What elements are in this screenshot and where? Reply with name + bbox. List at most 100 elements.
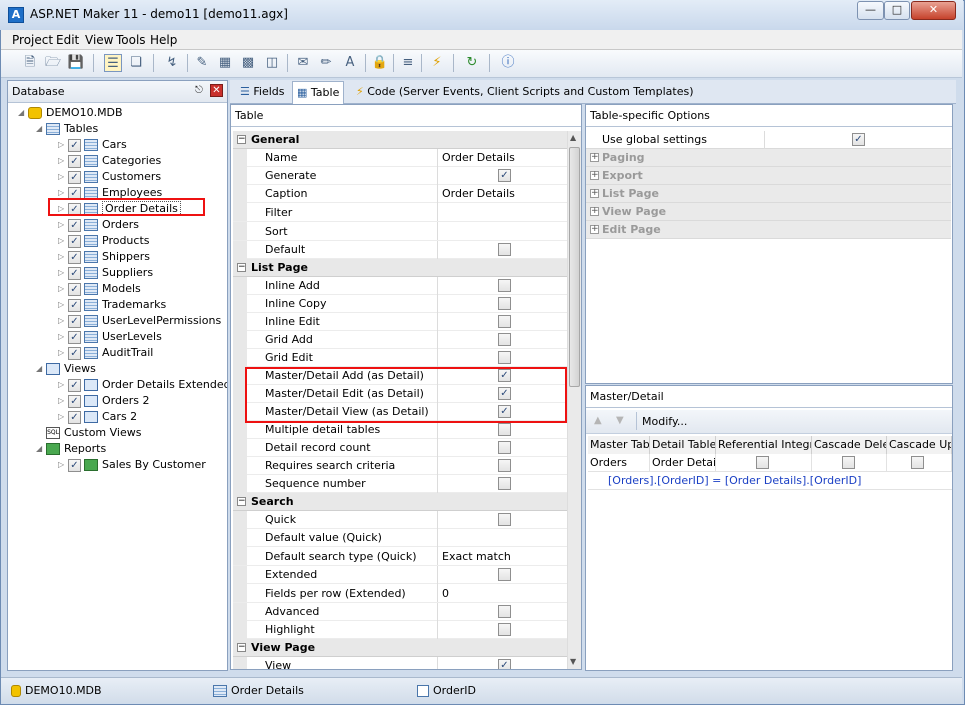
- checkbox[interactable]: ✓: [68, 346, 81, 360]
- property-row[interactable]: Name Order Details: [233, 149, 567, 167]
- collapse-icon[interactable]: ◢: [18, 105, 28, 121]
- collapse-icon[interactable]: −: [237, 643, 246, 652]
- tree-table-item[interactable]: ▷ ✓ Shippers: [58, 249, 150, 265]
- tree-view-item[interactable]: ▷ ✓ Order Details Extended: [58, 377, 227, 393]
- property-row[interactable]: Multiple detail tables: [233, 421, 567, 439]
- collapse-icon[interactable]: ◢: [36, 121, 46, 137]
- checkbox[interactable]: [498, 243, 511, 256]
- expand-icon[interactable]: ▷: [58, 217, 68, 233]
- template-icon[interactable]: ✉: [294, 54, 312, 72]
- open-folder-icon[interactable]: 🗁: [44, 54, 62, 72]
- menu-tools[interactable]: Tools: [116, 33, 146, 47]
- property-row[interactable]: Inline Add: [233, 277, 567, 295]
- expand-icon[interactable]: ▷: [58, 137, 68, 153]
- checkbox[interactable]: ✓: [68, 170, 81, 184]
- save-icon[interactable]: 💾: [67, 54, 85, 72]
- menu-edit[interactable]: Edit: [56, 33, 79, 47]
- checkbox[interactable]: [498, 513, 511, 526]
- checkbox[interactable]: ✓: [68, 218, 81, 232]
- tree-views-node[interactable]: ◢ Views: [36, 361, 96, 377]
- property-row[interactable]: Default: [233, 241, 567, 259]
- expand-icon[interactable]: ▷: [58, 409, 68, 425]
- tree-report-item[interactable]: ▷ ✓ Sales By Customer: [58, 457, 206, 473]
- property-row[interactable]: Inline Copy: [233, 295, 567, 313]
- column-header[interactable]: Cascade Delete: [812, 436, 887, 454]
- tab-table[interactable]: ▦ Table: [292, 81, 345, 104]
- collapse-icon[interactable]: −: [237, 497, 246, 506]
- checkbox[interactable]: [498, 605, 511, 618]
- cascade-delete-checkbox[interactable]: [842, 456, 855, 469]
- expand-icon[interactable]: +: [590, 189, 599, 198]
- checkbox[interactable]: ✓: [68, 250, 81, 264]
- checkbox[interactable]: ✓: [68, 266, 81, 280]
- windows-icon[interactable]: ❏: [127, 54, 145, 72]
- menu-help[interactable]: Help: [150, 33, 177, 47]
- section-search[interactable]: − Search: [233, 493, 567, 511]
- expand-icon[interactable]: ▷: [58, 265, 68, 281]
- expand-icon[interactable]: ▷: [58, 281, 68, 297]
- expand-icon[interactable]: ▷: [58, 457, 68, 473]
- php-settings-icon[interactable]: ▦: [216, 54, 234, 72]
- tree-table-item[interactable]: ▷ ✓ Customers: [58, 169, 161, 185]
- tree-table-item[interactable]: ▷ ✓ Categories: [58, 153, 161, 169]
- checkbox[interactable]: ✓: [68, 138, 81, 152]
- checkbox[interactable]: ✓: [68, 330, 81, 344]
- property-row[interactable]: Inline Edit: [233, 313, 567, 331]
- html-settings-icon[interactable]: ✎: [193, 54, 211, 72]
- expand-icon[interactable]: ▷: [58, 249, 68, 265]
- tree-reports-node[interactable]: ◢ Reports: [36, 441, 106, 457]
- property-row[interactable]: Default value (Quick): [233, 529, 567, 547]
- checkbox[interactable]: [498, 279, 511, 292]
- property-row[interactable]: Generate ✓: [233, 167, 567, 185]
- move-up-icon[interactable]: ▲: [594, 415, 602, 426]
- referential-integrity-checkbox[interactable]: [756, 456, 769, 469]
- collapse-icon[interactable]: −: [237, 135, 246, 144]
- options-group-edit-page[interactable]: + Edit Page: [586, 221, 951, 239]
- expand-icon[interactable]: ▷: [58, 233, 68, 249]
- checkbox[interactable]: ✓: [68, 298, 81, 312]
- security-lock-icon[interactable]: 🔒: [371, 54, 389, 72]
- options-group-paging[interactable]: + Paging: [586, 149, 951, 167]
- modify-button[interactable]: Modify...: [642, 415, 687, 428]
- table-row[interactable]: Orders Order Details: [588, 454, 952, 472]
- checkbox[interactable]: ✓: [68, 154, 81, 168]
- property-row[interactable]: Caption Order Details: [233, 185, 567, 203]
- expand-icon[interactable]: ▷: [58, 377, 68, 393]
- tree-root-node[interactable]: ◢ DEMO10.MDB: [18, 105, 123, 121]
- refresh-icon[interactable]: ↻: [463, 54, 481, 72]
- expand-icon[interactable]: +: [590, 153, 599, 162]
- property-row[interactable]: Grid Edit: [233, 349, 567, 367]
- checkbox-checked[interactable]: ✓: [498, 169, 511, 182]
- checkbox[interactable]: [498, 315, 511, 328]
- tree-table-item[interactable]: ▷ ✓ AuditTrail: [58, 345, 153, 361]
- collapse-icon[interactable]: ◢: [36, 361, 46, 377]
- checkbox[interactable]: [498, 423, 511, 436]
- close-button[interactable]: ✕: [911, 1, 956, 20]
- help-icon[interactable]: ⓘ: [499, 54, 517, 72]
- expand-icon[interactable]: ▷: [58, 313, 68, 329]
- menu-project[interactable]: Project: [12, 33, 53, 47]
- checkbox[interactable]: ✓: [68, 378, 81, 392]
- checkbox[interactable]: ✓: [68, 410, 81, 424]
- section-view-page[interactable]: − View Page: [233, 639, 567, 657]
- checkbox[interactable]: [498, 477, 511, 490]
- tree-view-item[interactable]: ▷ ✓ Cars 2: [58, 409, 137, 425]
- property-row[interactable]: Sort: [233, 222, 567, 241]
- options-group-export[interactable]: + Export: [586, 167, 951, 185]
- tree-table-item[interactable]: ▷ ✓ Orders: [58, 217, 139, 233]
- tree-table-item[interactable]: ▷ ✓ Products: [58, 233, 150, 249]
- checkbox[interactable]: [498, 333, 511, 346]
- generate-lightning-icon[interactable]: ⚡: [428, 54, 446, 72]
- tree-table-item[interactable]: ▷ ✓ UserLevels: [58, 329, 162, 345]
- new-project-icon[interactable]: 🗎: [21, 54, 39, 72]
- scroll-down-icon[interactable]: ▼: [570, 657, 576, 666]
- checkbox[interactable]: [498, 568, 511, 581]
- tab-code[interactable]: ⚡ Code (Server Events, Client Scripts an…: [352, 83, 698, 103]
- use-global-settings-row[interactable]: Use global settings ✓: [586, 131, 952, 149]
- maximize-button[interactable]: □: [884, 1, 910, 20]
- property-row[interactable]: Extended: [233, 566, 567, 584]
- property-row[interactable]: Grid Add: [233, 331, 567, 349]
- font-icon[interactable]: A: [341, 54, 359, 72]
- expand-icon[interactable]: +: [590, 207, 599, 216]
- menu-view[interactable]: View: [85, 33, 113, 47]
